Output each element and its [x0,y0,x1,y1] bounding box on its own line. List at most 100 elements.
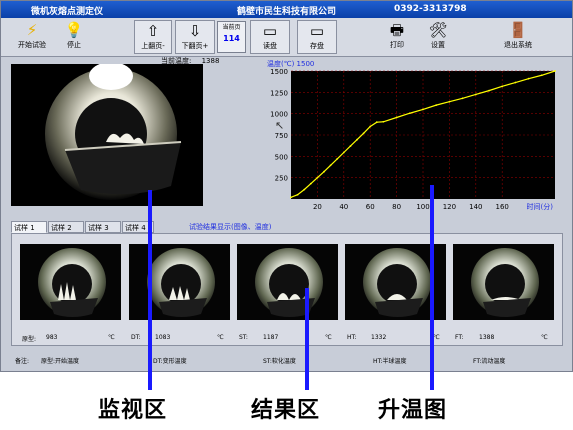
x-tick-label: 120 [443,203,456,211]
stop-button[interactable]: 💡 停止 [59,20,89,54]
notes-bar: 备注: 原型:开始温度 DT:变形温度 ST:软化温度 HT:半球温度 FT:流… [7,356,567,368]
result-thumbnail[interactable] [20,244,121,320]
data-point [540,74,543,77]
tab-sample-2[interactable]: 试样 2 [48,221,84,233]
result-temperature-value: 1187 [263,334,279,341]
data-point [290,196,292,199]
y-tick-label: 1000 [270,111,288,119]
phone-number: 0392-3313798 [394,4,467,14]
data-point [461,97,464,100]
result-unit: ℃ [217,334,224,341]
data-point [375,121,378,124]
result-temperature-value: 1388 [479,334,495,341]
result-temperature-value: 1332 [371,334,387,341]
result-unit: ℃ [108,334,115,341]
app-title: 微机灰熔点测定仪 [31,7,104,17]
results-title: 试验结果显示(图像、温度) [189,223,272,231]
ash-cone-image [237,244,338,320]
result-thumbnail[interactable] [453,244,554,320]
results-panel: 原型: 983 ℃ DT: 1083 ℃ ST: 1187 ℃ HT: 1332 ℃ FT: 1388 ℃ [11,233,563,346]
data-point [422,108,424,111]
result-temperature-value: 1083 [155,334,171,341]
title-bar: 微机灰熔点测定仪 鹤壁市民生科技有限公司 0392-3313798 [1,1,572,18]
x-tick-label: 140 [469,203,482,211]
result-label: DT: [131,334,141,341]
note-item: DT:变形温度 [153,358,187,365]
save-disk-button[interactable]: ▭ 存盘 [297,20,337,54]
page-down-button[interactable]: ⇩ 下翻页+ [175,20,215,54]
data-point [362,132,365,135]
arrow-up-icon: ⇧ [146,22,160,40]
data-point [395,116,398,119]
y-tick-label: 250 [275,175,288,183]
chart-pointer [430,185,434,390]
result-temperature-value: 983 [46,334,58,341]
exit-button[interactable]: 🚪 退出系统 [495,20,541,54]
result-unit: ℃ [325,334,332,341]
exit-door-icon: 🚪 [508,21,528,39]
start-test-button[interactable]: ⚡ 开始试验 [11,20,53,54]
results-pointer [305,288,309,390]
print-button[interactable]: 🖶 打印 [381,20,413,54]
x-tick-label: 160 [496,203,509,211]
page-up-button[interactable]: ⇧ 上翻页- [134,20,172,54]
y-tick-label: 1500 [270,68,288,76]
results-caption: 结果区 [251,398,321,423]
disk-drive-icon: ▭ [262,22,278,40]
read-disk-button[interactable]: ▭ 读盘 [250,20,290,54]
disk-drive-icon: ▭ [309,22,325,40]
data-point [527,77,530,80]
printer-icon: 🖶 [389,21,405,39]
x-axis-label: 时间(分) [527,202,554,211]
company-name: 鹤壁市民生科技有限公司 [237,7,337,17]
data-point [342,151,345,154]
ash-cone-image [20,244,121,320]
result-unit: ℃ [541,334,548,341]
ash-cone-image [129,244,230,320]
data-point [323,170,325,173]
data-point [474,93,477,96]
data-point [296,193,299,196]
x-tick-label: 20 [313,203,322,211]
data-point [316,176,319,179]
lightning-icon: ⚡ [26,21,38,39]
app-window: 微机灰熔点测定仪 鹤壁市民生科技有限公司 0392-3313798 ⚡ 开始试验… [0,0,573,372]
settings-button[interactable]: 🛠 设置 [422,20,454,54]
note-item: HT:半球温度 [373,358,407,365]
note-item: 原型:开始温度 [41,358,80,365]
arrow-down-icon: ⇩ [188,22,202,40]
data-point [356,138,358,141]
tab-sample-3[interactable]: 试样 3 [85,221,121,233]
tools-icon: 🛠 [428,21,448,39]
data-point [329,164,332,167]
data-point [369,125,372,128]
data-point [488,89,490,92]
data-point [554,70,556,72]
current-page-indicator: 当前页 114 [217,21,246,53]
x-tick-label: 100 [416,203,429,211]
note-item: ST:软化温度 [263,358,296,365]
monitor-image [11,64,203,206]
result-thumbnail[interactable] [237,244,338,320]
tab-sample-1[interactable]: 试样 1 [11,221,47,233]
result-unit: ℃ [433,334,440,341]
result-label: 原型: [22,336,37,343]
data-point [514,81,517,84]
chart-title: 温度(℃) 1500 [267,60,315,68]
chart-svg: 250 500 750 1000 1250 1500 20 40 60 80 100 120 140 16… [270,68,556,211]
data-point [309,182,312,185]
result-thumbnail[interactable] [129,244,230,320]
monitor-pointer [148,190,152,390]
data-point [336,157,339,160]
mouse-cursor-icon: ↖ [275,119,284,132]
note-item: FT:流动温度 [473,358,506,365]
x-tick-label: 60 [366,203,375,211]
toolbar: ⚡ 开始试验 💡 停止 ⇧ 上翻页- ⇩ 下翻页+ ▭ 读盘 ▭ 存盘 🖶 打印… [1,18,572,57]
data-point [349,145,352,147]
lightbulb-icon: 💡 [64,21,84,39]
data-point [501,85,504,88]
result-label: ST: [239,334,248,341]
data-point [382,120,385,123]
current-page-number: 114 [223,34,240,43]
result-label: FT: [455,334,464,341]
